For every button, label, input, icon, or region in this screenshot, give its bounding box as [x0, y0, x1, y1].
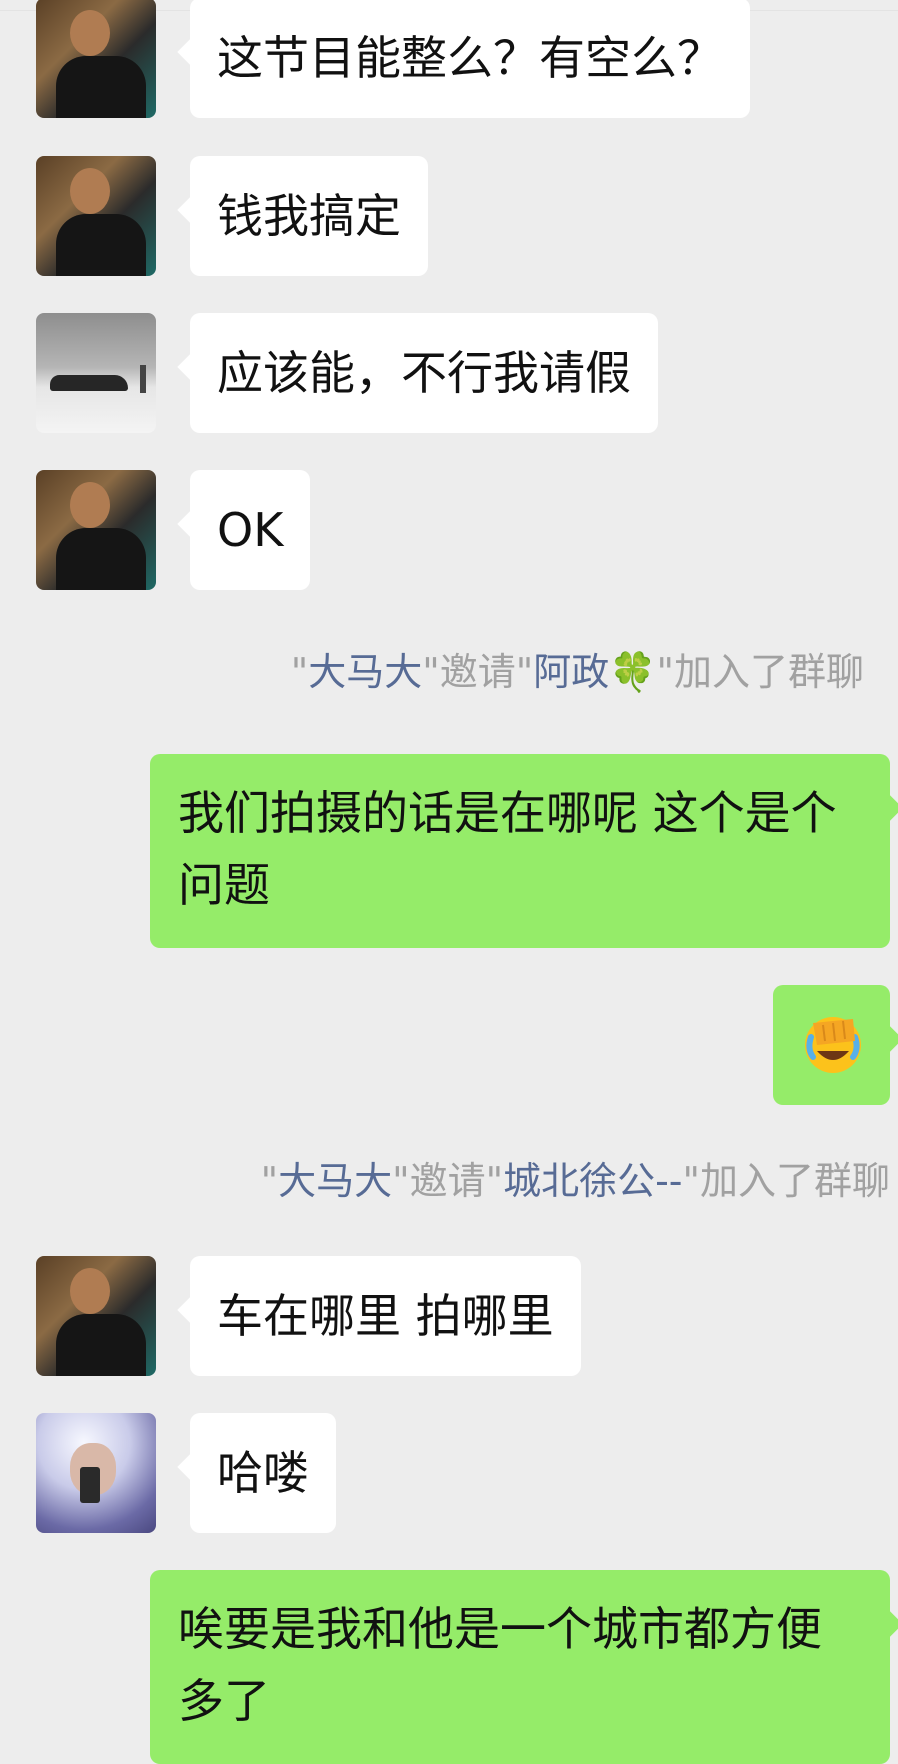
join-text: "加入了群聊 [682, 1159, 890, 1203]
message-bubble[interactable]: 应该能，不行我请假 [190, 313, 658, 433]
message-bubble[interactable]: OK [190, 470, 311, 590]
invite-text: "邀请" [422, 650, 534, 694]
selfie-avatar[interactable] [36, 1256, 156, 1376]
person-avatar[interactable] [36, 1413, 156, 1533]
invite-text: "邀请" [392, 1159, 504, 1203]
message-bubble-outgoing[interactable] [773, 985, 890, 1105]
selfie-avatar[interactable] [36, 156, 156, 276]
facepalm-laugh-emoji [805, 1017, 861, 1073]
join-text: "加入了群聊 [656, 650, 864, 694]
inviter-name[interactable]: 大马大 [278, 1159, 392, 1203]
message-bubble-outgoing[interactable]: 唉要是我和他是一个城市都方便多了 [150, 1570, 890, 1764]
invitee-name[interactable]: 阿政🍀 [533, 650, 656, 694]
selfie-avatar[interactable] [36, 0, 156, 118]
message-bubble[interactable]: 哈喽 [190, 1413, 336, 1533]
car-avatar[interactable] [36, 313, 156, 433]
system-message: "大马大"邀请"城北徐公--"加入了群聊 [261, 1153, 890, 1209]
message-bubble[interactable]: 车在哪里 拍哪里 [190, 1256, 581, 1376]
quote: " [260, 1159, 279, 1203]
message-bubble[interactable]: 这节目能整么？有空么？ [190, 0, 750, 118]
message-bubble-outgoing[interactable]: 我们拍摄的话是在哪呢 这个是个问题 [150, 754, 890, 948]
message-bubble[interactable]: 钱我搞定 [190, 156, 428, 276]
inviter-name[interactable]: 大马大 [308, 650, 422, 694]
selfie-avatar[interactable] [36, 470, 156, 590]
system-message: "大马大"邀请"阿政🍀"加入了群聊 [291, 644, 864, 700]
invitee-name[interactable]: 城北徐公-- [503, 1159, 682, 1203]
quote: " [290, 650, 309, 694]
